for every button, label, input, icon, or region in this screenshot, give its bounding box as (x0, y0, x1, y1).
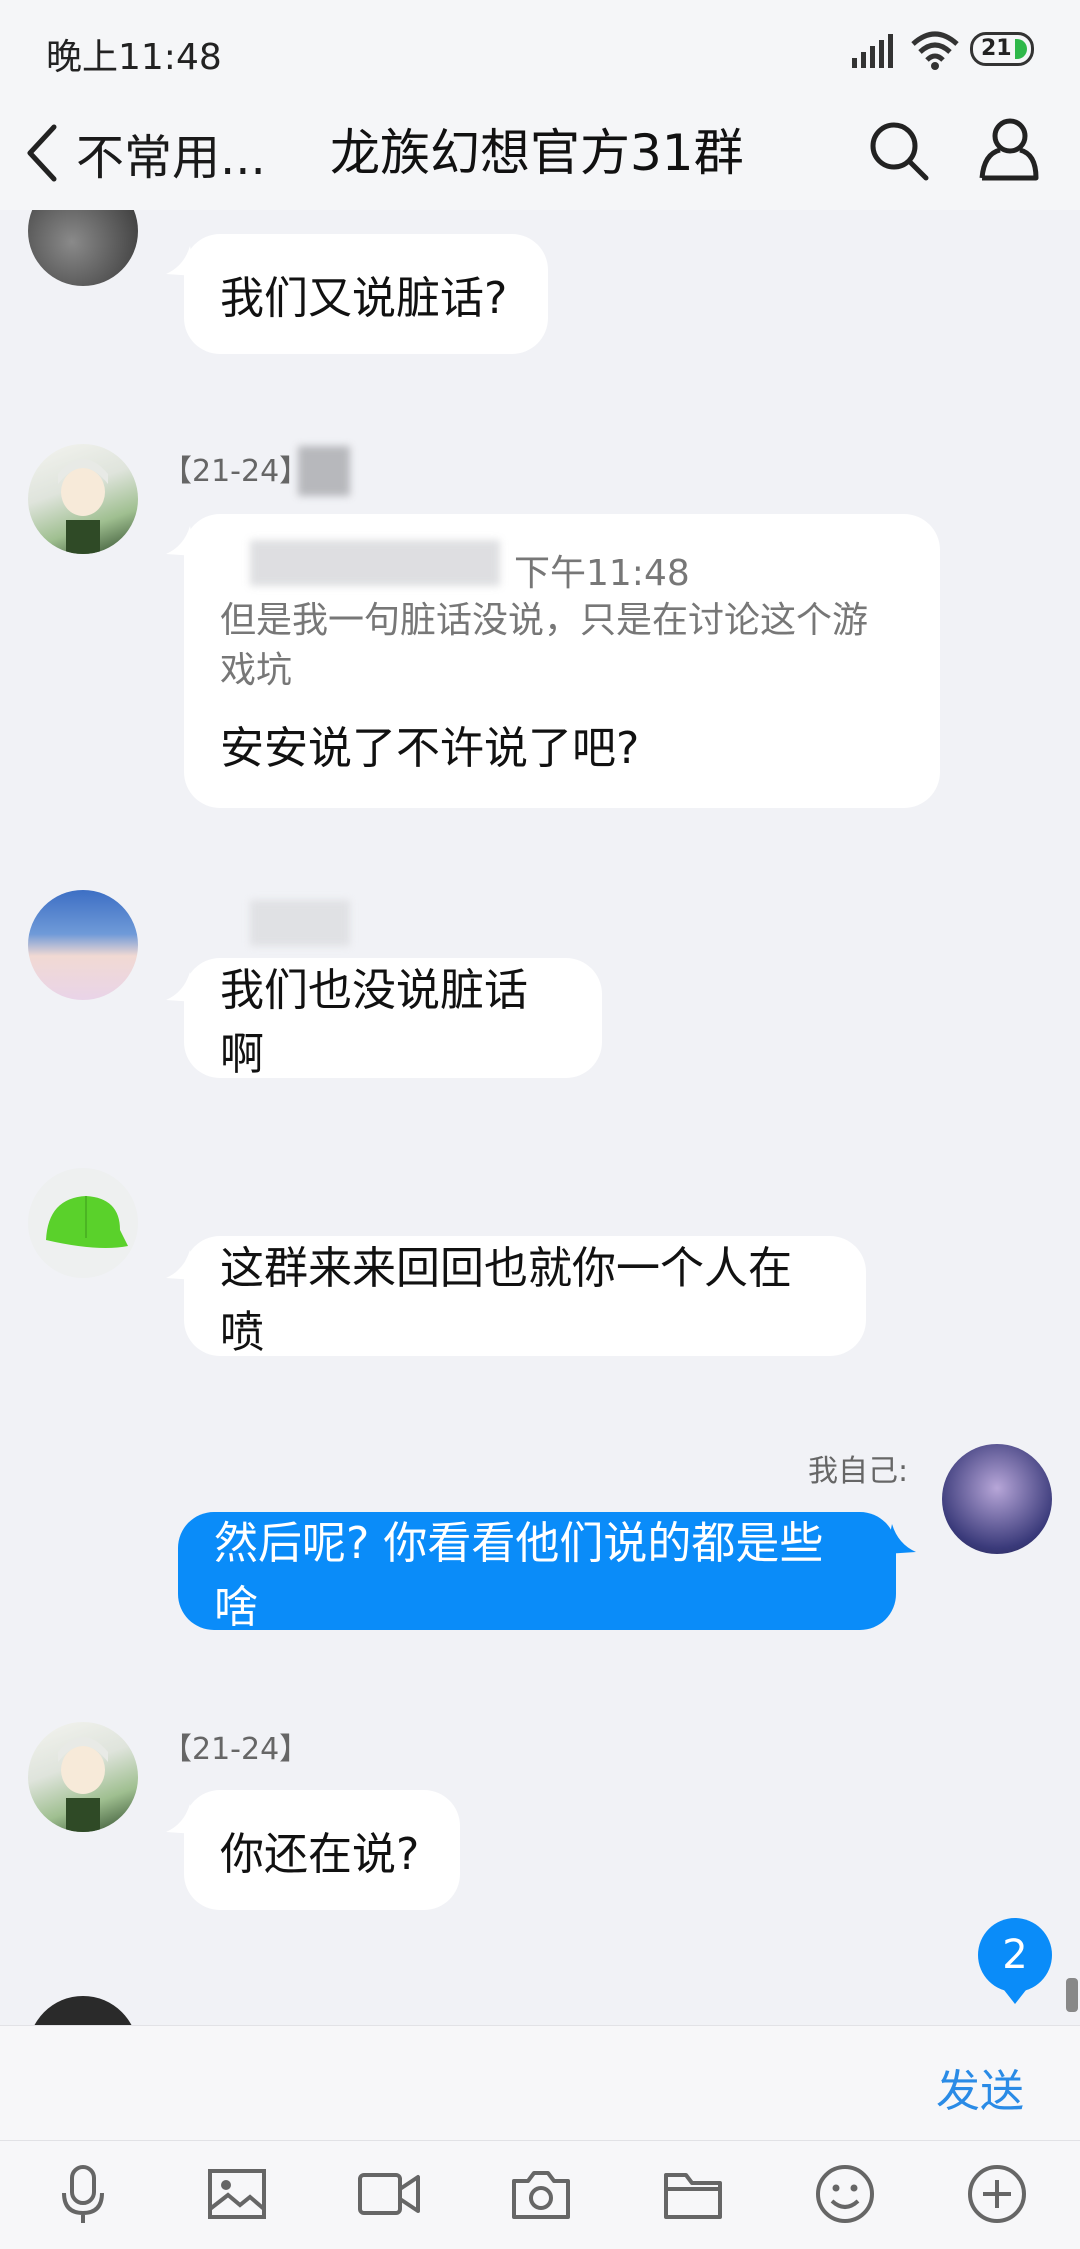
send-button[interactable]: 发送 (936, 2055, 1024, 2119)
image-icon[interactable] (206, 2163, 268, 2225)
message-input[interactable] (0, 2025, 1080, 2141)
status-time: 晚上11:48 (46, 37, 222, 78)
scrollbar-thumb[interactable] (1066, 1978, 1078, 2012)
video-icon[interactable] (358, 2163, 420, 2225)
plus-icon[interactable] (966, 2163, 1028, 2225)
message-bubble[interactable]: 这群来来回回也就你一个人在喷 (184, 1236, 866, 1358)
sender-name: 【21-24】 (162, 1732, 310, 1767)
avatar[interactable] (28, 1722, 138, 1832)
avatar[interactable] (28, 1168, 138, 1278)
back-label: 不常用... (76, 130, 266, 186)
back-button[interactable]: 不常用... (24, 118, 266, 188)
microphone-icon[interactable] (52, 2163, 114, 2225)
message-bubble[interactable]: 我们又说脏话? (184, 234, 548, 354)
quote-text: 但是我一句脏话没说，只是在讨论这个游戏坑 (220, 600, 869, 691)
message-text: 然后呢? 你看看他们说的都是些啥 (214, 1518, 824, 1633)
battery-level: 21 (981, 36, 1012, 61)
search-icon[interactable] (866, 118, 930, 182)
sender-name-self: 我自己: (808, 1454, 909, 1489)
signal-icon (852, 34, 893, 68)
chat-area[interactable]: 我们又说脏话? 【21-24】 下午11:48 但是我一句脏话没说，只是在讨论这… (0, 210, 1080, 2025)
chevron-left-icon (27, 124, 57, 182)
message-text: 安安说了不许说了吧? (220, 723, 640, 774)
avatar[interactable] (28, 1996, 138, 2025)
message-text: 我们也没说脏话啊 (220, 965, 528, 1080)
battery-icon: 21 (970, 32, 1034, 66)
folder-icon[interactable] (662, 2163, 724, 2225)
avatar[interactable] (28, 210, 138, 286)
status-bar: 晚上11:48 21 (0, 0, 1080, 100)
redacted-name (298, 446, 350, 496)
message-bubble[interactable]: 我们也没说脏话啊 (184, 958, 602, 1080)
quote-time: 下午11:48 (514, 553, 690, 594)
message-text: 你还在说? (220, 1829, 420, 1880)
avatar[interactable] (28, 890, 138, 1000)
redacted-quote-sender (250, 540, 500, 586)
camera-icon[interactable] (510, 2163, 572, 2225)
emoji-icon[interactable] (814, 2163, 876, 2225)
group-profile-icon[interactable] (976, 116, 1040, 182)
avatar-self[interactable] (942, 1444, 1052, 1554)
group-title: 龙族幻想官方31群 (330, 124, 744, 182)
message-text: 这群来来回回也就你一个人在喷 (220, 1243, 792, 1358)
message-bubble-self[interactable]: 然后呢? 你看看他们说的都是些啥 (178, 1512, 896, 1633)
message-bubble[interactable]: 你还在说? (184, 1790, 460, 1910)
redacted-name (250, 900, 350, 946)
nav-bar: 不常用... 龙族幻想官方31群 (0, 100, 1080, 210)
wifi-icon (911, 31, 959, 70)
sender-name: 【21-24】 (162, 454, 310, 489)
avatar[interactable] (28, 444, 138, 554)
message-text: 我们又说脏话? (220, 273, 508, 324)
unread-count-badge[interactable]: 2 (978, 1918, 1052, 2004)
